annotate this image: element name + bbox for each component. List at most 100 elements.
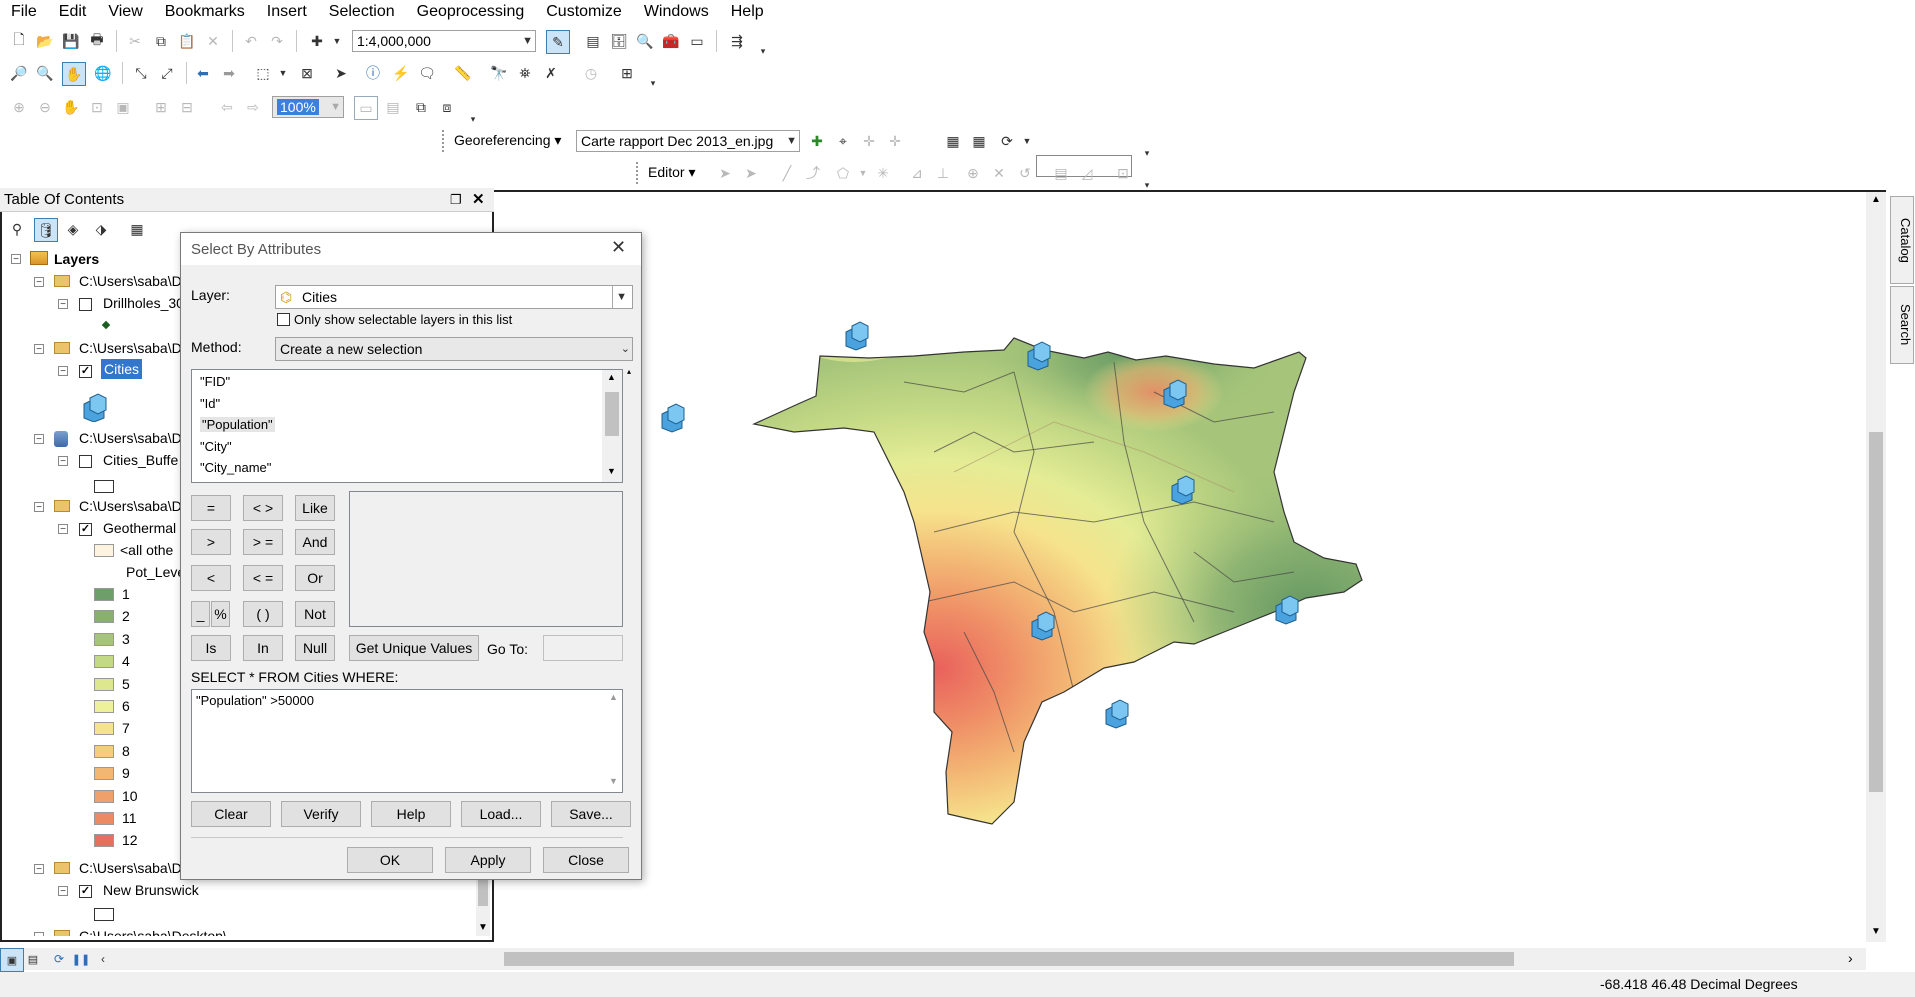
- clear-button[interactable]: Clear: [191, 801, 271, 827]
- toc-group-path[interactable]: C:\Users\saba\D: [79, 495, 182, 517]
- georeferencing-menu[interactable]: Georeferencing ▾: [454, 132, 561, 149]
- identify-icon[interactable]: ⓘ: [362, 62, 384, 84]
- help-button[interactable]: Help: [371, 801, 451, 827]
- hyperlink-icon[interactable]: ⚡: [390, 62, 412, 84]
- add-control-points-icon[interactable]: ✚: [806, 130, 828, 152]
- save-button[interactable]: Save...: [551, 801, 631, 827]
- menu-help[interactable]: Help: [720, 0, 775, 24]
- collapse-icon[interactable]: −: [58, 456, 68, 467]
- operator-button[interactable]: In: [243, 635, 283, 661]
- toc-group-path[interactable]: C:\Users\saba\D: [79, 857, 182, 879]
- editor-toolbar-icon[interactable]: ✎: [546, 30, 570, 54]
- collapse-icon[interactable]: −: [34, 864, 44, 875]
- endpoint-arc-icon[interactable]: ⤴: [802, 162, 824, 184]
- full-extent-icon[interactable]: 🌐: [92, 62, 114, 84]
- catalog-icon[interactable]: 🗄: [608, 30, 630, 52]
- refresh-icon[interactable]: ⟳: [48, 948, 70, 970]
- scroll-thumb[interactable]: [1869, 432, 1883, 792]
- toc-group-path[interactable]: C:\Users\saba\D: [79, 427, 182, 449]
- new-document-icon[interactable]: 🗋: [8, 30, 30, 52]
- model-builder-icon[interactable]: ⇶: [726, 30, 748, 52]
- city-marker[interactable]: [661, 403, 685, 433]
- go-to-input[interactable]: [543, 635, 623, 661]
- zoom-in-icon[interactable]: 🔎: [8, 62, 30, 84]
- layout-forward-icon[interactable]: ⇨: [242, 96, 264, 118]
- paste-icon[interactable]: 📋: [176, 30, 198, 52]
- edit-annotation-icon[interactable]: ➤: [740, 162, 762, 184]
- field-item[interactable]: "City_name": [200, 460, 271, 475]
- add-data-icon[interactable]: ✚: [306, 30, 328, 52]
- menu-edit[interactable]: Edit: [48, 0, 98, 24]
- zoom-to-link-icon[interactable]: ✛: [884, 130, 906, 152]
- layer-visibility-checkbox[interactable]: [79, 455, 92, 468]
- toolbar-options-icon[interactable]: ▾: [462, 108, 484, 130]
- chevron-down-icon[interactable]: ▼: [326, 30, 348, 52]
- menu-selection[interactable]: Selection: [318, 0, 406, 24]
- select-link-icon[interactable]: ✛: [858, 130, 880, 152]
- menu-bookmarks[interactable]: Bookmarks: [154, 0, 256, 24]
- field-item[interactable]: "City": [200, 439, 232, 454]
- close-icon[interactable]: ✕: [611, 237, 626, 258]
- field-item[interactable]: "FID": [200, 374, 230, 389]
- load-button[interactable]: Load...: [461, 801, 541, 827]
- collapse-icon[interactable]: −: [58, 299, 68, 310]
- operator-button[interactable]: < >: [243, 495, 283, 521]
- map-vertical-scrollbar[interactable]: ▲ ▼: [1866, 192, 1886, 942]
- operator-button[interactable]: Is: [191, 635, 231, 661]
- city-marker[interactable]: [1105, 699, 1129, 729]
- operator-button[interactable]: Null: [295, 635, 335, 661]
- collapse-icon[interactable]: −: [34, 502, 44, 513]
- operator-button[interactable]: < =: [243, 565, 283, 591]
- edit-tool-icon[interactable]: ➤: [714, 162, 736, 184]
- trace-icon[interactable]: ⬠: [832, 162, 854, 184]
- split-tool-icon[interactable]: ✕: [988, 162, 1010, 184]
- time-slider-icon[interactable]: ◷: [580, 62, 602, 84]
- menu-windows[interactable]: Windows: [633, 0, 720, 24]
- toolbar-options-icon[interactable]: ▾: [752, 40, 774, 62]
- data-driven-pages-icon[interactable]: ⧈: [436, 96, 458, 118]
- verify-button[interactable]: Verify: [281, 801, 361, 827]
- close-button[interactable]: Close: [543, 847, 629, 873]
- operator-button[interactable]: Like: [295, 495, 335, 521]
- get-unique-values-button[interactable]: Get Unique Values: [349, 635, 479, 661]
- field-item[interactable]: "Population": [200, 417, 275, 432]
- zoom-out-icon[interactable]: 🔍: [34, 62, 56, 84]
- menu-file[interactable]: File: [0, 0, 48, 24]
- layer-visibility-checkbox[interactable]: ✓: [79, 523, 92, 536]
- operator-button[interactable]: ( ): [243, 601, 283, 627]
- menu-insert[interactable]: Insert: [256, 0, 318, 24]
- operator-button[interactable]: And: [295, 529, 335, 555]
- sketch-properties-icon[interactable]: ◿: [1076, 162, 1098, 184]
- map-scale-select[interactable]: 1:4,000,000 ▼: [352, 30, 536, 52]
- forward-extent-icon[interactable]: ➡: [218, 62, 240, 84]
- toc-layer-label[interactable]: Geothermal: [103, 517, 176, 539]
- collapse-icon[interactable]: −: [34, 932, 44, 936]
- table-of-contents-icon[interactable]: ▤: [582, 30, 604, 52]
- collapse-icon[interactable]: −: [11, 254, 21, 265]
- focus-data-frame-icon[interactable]: ▤: [382, 96, 404, 118]
- html-popup-icon[interactable]: 🗨: [416, 62, 438, 84]
- fields-list[interactable]: "FID" "Id" "Population" "City" "City_name" ▲…: [191, 369, 623, 483]
- layout-zoom-out-icon[interactable]: ⊖: [34, 96, 56, 118]
- map-horizontal-scrollbar[interactable]: ›: [494, 948, 1866, 970]
- sql-expression-box[interactable]: "Population" >50000 ▲ ▼: [191, 689, 623, 793]
- reshape-icon[interactable]: ⊥: [932, 162, 954, 184]
- method-select[interactable]: Create a new selection ⌄: [275, 337, 633, 361]
- cut-polygons-icon[interactable]: ⊕: [962, 162, 984, 184]
- operator-button[interactable]: <: [191, 565, 231, 591]
- operator-button[interactable]: _: [191, 601, 210, 627]
- back-extent-icon[interactable]: ⬅: [192, 62, 214, 84]
- city-marker[interactable]: [845, 321, 869, 351]
- open-folder-icon[interactable]: 📂: [34, 30, 56, 52]
- rotate-tool-icon[interactable]: ⟳: [996, 130, 1018, 152]
- chevron-down-icon[interactable]: ▼: [272, 62, 294, 84]
- list-by-visibility-icon[interactable]: ◈: [62, 218, 84, 240]
- operator-button[interactable]: %: [211, 601, 230, 627]
- menu-customize[interactable]: Customize: [535, 0, 633, 24]
- list-by-source-icon[interactable]: 🛢: [34, 218, 58, 242]
- restore-icon[interactable]: ❐: [450, 188, 462, 212]
- rotate-feature-icon[interactable]: ↺: [1014, 162, 1036, 184]
- toc-options-icon[interactable]: ▦: [126, 218, 148, 240]
- toolbar-options-icon[interactable]: ▾: [1136, 142, 1158, 164]
- scroll-up-icon[interactable]: ▲: [1871, 194, 1881, 205]
